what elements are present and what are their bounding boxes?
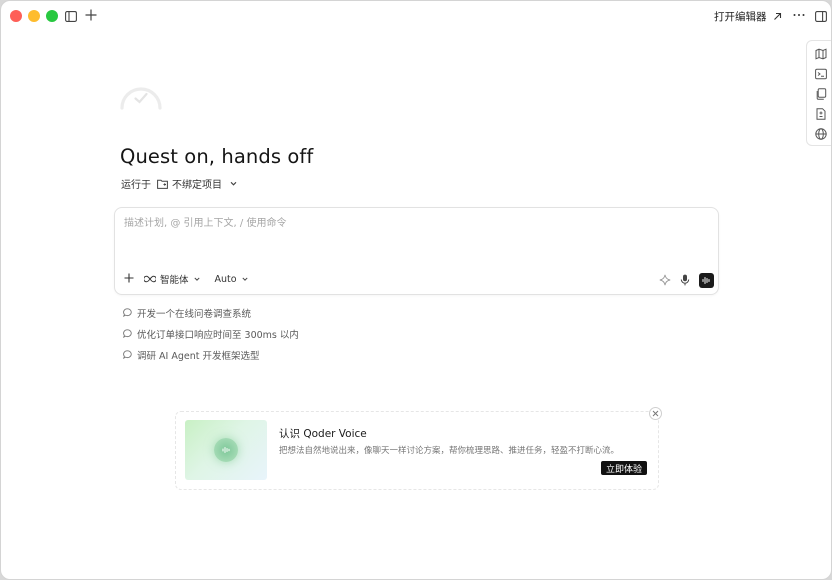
prompt-input[interactable] bbox=[124, 214, 704, 254]
quest-logo-icon bbox=[119, 81, 163, 111]
dismiss-promo-button[interactable] bbox=[649, 407, 662, 420]
terminal-icon[interactable] bbox=[814, 67, 828, 81]
composer-toolbar-right bbox=[659, 271, 714, 290]
chat-bubble-icon bbox=[123, 329, 132, 338]
project-label: 不绑定项目 bbox=[172, 180, 222, 191]
plus-icon bbox=[124, 273, 134, 282]
add-attachment-button[interactable] bbox=[124, 273, 134, 286]
sidebar-right-icon bbox=[815, 10, 827, 22]
try-now-button[interactable]: 立即体验 bbox=[601, 461, 648, 475]
project-selector[interactable]: 不绑定项目 bbox=[157, 176, 238, 191]
model-selector[interactable]: Auto bbox=[215, 274, 249, 285]
chevron-down-icon bbox=[242, 277, 248, 281]
voice-input-button[interactable] bbox=[680, 271, 690, 290]
page-title: Quest on, hands off bbox=[120, 145, 314, 168]
more-options-button[interactable] bbox=[793, 6, 805, 23]
composer-toolbar-left: 智能体 Auto bbox=[124, 272, 249, 286]
chevron-down-icon bbox=[193, 277, 200, 281]
arrow-up-right-icon bbox=[773, 12, 781, 20]
voice-orb-icon bbox=[214, 438, 238, 462]
map-icon[interactable] bbox=[814, 47, 828, 61]
infinity-icon bbox=[144, 275, 156, 283]
window-controls bbox=[10, 10, 58, 22]
suggestion-item[interactable]: 优化订单接口响应时间至 300ms 以内 bbox=[123, 327, 299, 341]
run-location-row: 运行于 不绑定项目 bbox=[121, 176, 238, 191]
prompt-composer: 智能体 Auto bbox=[114, 207, 719, 295]
suggestion-label: 优化订单接口响应时间至 300ms 以内 bbox=[137, 329, 299, 341]
globe-icon[interactable] bbox=[814, 127, 828, 141]
suggestion-item[interactable]: 调研 AI Agent 开发框架选型 bbox=[123, 348, 299, 362]
close-icon bbox=[652, 410, 659, 417]
audio-wave-icon bbox=[702, 277, 710, 284]
chevron-down-icon bbox=[230, 181, 237, 186]
open-editor-label: 打开编辑器 bbox=[714, 11, 767, 23]
suggestion-list: 开发一个在线问卷调查系统 优化订单接口响应时间至 300ms 以内 调研 AI … bbox=[123, 306, 299, 362]
suggestion-label: 开发一个在线问卷调查系统 bbox=[137, 308, 252, 320]
suggestion-label: 调研 AI Agent 开发框架选型 bbox=[137, 350, 260, 362]
enhance-prompt-button[interactable] bbox=[659, 271, 671, 290]
minimize-window-button[interactable] bbox=[28, 10, 40, 22]
folder-icon bbox=[157, 179, 168, 189]
mouse-cursor-icon bbox=[645, 574, 653, 579]
sidebar-left-icon[interactable] bbox=[64, 9, 78, 23]
chat-bubble-icon bbox=[123, 350, 132, 359]
plus-icon bbox=[85, 9, 97, 21]
suggestion-item[interactable]: 开发一个在线问卷调查系统 bbox=[123, 306, 299, 320]
right-tool-rail bbox=[806, 40, 831, 146]
voice-mode-button[interactable] bbox=[699, 273, 714, 288]
model-label: Auto bbox=[214, 273, 237, 285]
new-quest-button[interactable] bbox=[84, 8, 98, 22]
chat-bubble-icon bbox=[123, 308, 132, 317]
copy-icon[interactable] bbox=[814, 87, 828, 101]
microphone-icon bbox=[680, 274, 690, 286]
agent-mode-label: 智能体 bbox=[160, 275, 189, 286]
file-diff-icon[interactable] bbox=[814, 107, 828, 121]
zoom-window-button[interactable] bbox=[46, 10, 58, 22]
promo-description: 把想法自然地说出来，像聊天一样讨论方案，帮你梳理思路、推进任务，轻盈不打断心流。 bbox=[279, 446, 620, 456]
ellipsis-icon bbox=[793, 14, 805, 16]
toggle-right-panel-button[interactable] bbox=[814, 9, 828, 23]
open-editor-button[interactable]: 打开编辑器 bbox=[714, 9, 782, 24]
app-window: 打开编辑器 Quest on, hands off 运行于 不绑定项目 描述计划… bbox=[0, 0, 832, 580]
promo-illustration bbox=[185, 420, 267, 480]
agent-mode-selector[interactable]: 智能体 bbox=[144, 272, 201, 286]
runs-on-label: 运行于 bbox=[121, 180, 151, 191]
close-window-button[interactable] bbox=[10, 10, 22, 22]
voice-promo-card: 认识 Qoder Voice 把想法自然地说出来，像聊天一样讨论方案，帮你梳理思… bbox=[175, 407, 662, 490]
promo-title: 认识 Qoder Voice bbox=[279, 428, 367, 440]
sparkle-icon bbox=[659, 274, 671, 286]
